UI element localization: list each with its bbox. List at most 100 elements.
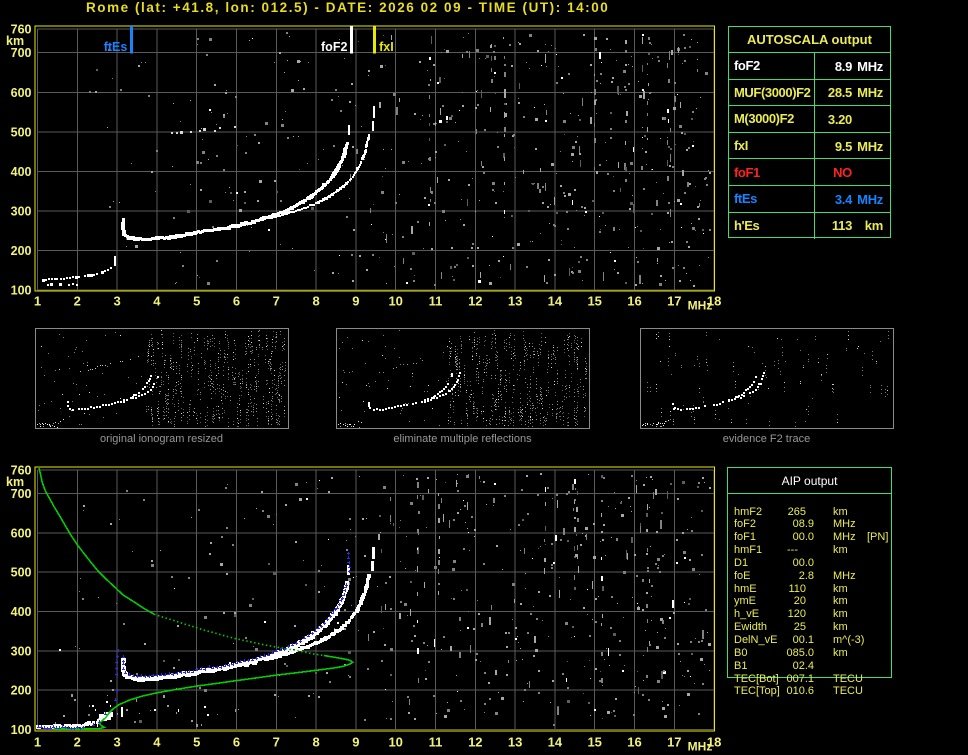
param-value: 8.9: [834, 58, 852, 74]
autoscala-table-header: AUTOSCALA output: [729, 27, 890, 53]
x-tick-label: 5: [193, 294, 200, 309]
aip-row-B0: B0 085.0 km: [728, 647, 891, 660]
aip-param-value: 20: [793, 595, 806, 608]
aip-param-unit: km: [833, 646, 848, 659]
x-tick-label: 16: [627, 294, 641, 309]
marker-label-ftEs: ftEs: [104, 40, 128, 54]
y-tick-label: 400: [11, 165, 32, 179]
aip-row-D1: D1 00.0: [728, 557, 891, 570]
aip-param-value: 02.4: [792, 659, 814, 672]
plot-grid: [34, 25, 715, 292]
aip-param-label: ymE: [734, 595, 756, 608]
background-noise: [89, 32, 711, 287]
aip-param-value: 25: [793, 621, 806, 634]
aip-param-label: hmF1: [734, 544, 763, 557]
aip-param-unit: MHz: [833, 569, 856, 582]
thumbnail-caption-original: original ionogram resized: [100, 433, 223, 445]
x-tick-label: 6: [233, 294, 240, 309]
aip-output-table: AIP output hmF2 265 km foF2 08.9 MHz foF1 00.0 M…: [727, 467, 892, 697]
param-value: 3.20: [827, 111, 852, 127]
aip-param-value: 085.0: [786, 646, 814, 659]
aip-param-unit: MHz: [833, 531, 856, 544]
x-axis-unit: MHz: [688, 299, 713, 313]
aip-param-unit: km: [833, 621, 848, 634]
autoscala-row-ftEs: ftEs 3.4 MHz: [729, 186, 890, 213]
aip-row-foE: foE 2.8 MHz: [728, 570, 891, 583]
y-tick-label: 500: [11, 125, 32, 139]
param-unit: km: [864, 218, 884, 234]
aip-row-hmF2: hmF2 265 km: [728, 506, 891, 519]
aip-row-DelN_vE: DelN_vE 00.1 m^(-3): [728, 634, 891, 647]
x-tick-label: 17: [667, 294, 681, 309]
y-tick-label: 300: [11, 204, 32, 218]
autoscala-row-h'Es: h'Es 113 km: [729, 212, 890, 240]
x-tick-label: 13: [508, 294, 522, 309]
marker-line-ftEs: [130, 26, 133, 54]
x-tick-label: 11: [429, 294, 443, 309]
x-tick-label: 2: [74, 294, 81, 309]
param-value: NO: [833, 165, 852, 181]
param-label: ftEs: [734, 191, 757, 207]
marker-line-fxI: [373, 26, 376, 54]
aip-param-value: 00.1: [792, 634, 814, 646]
y-tick-label: 600: [11, 86, 32, 100]
y-tick-label: 200: [11, 244, 32, 258]
param-unit: MHz: [857, 138, 883, 154]
aip-param-value: 265: [787, 505, 806, 518]
aip-row-B1: B1 02.4: [728, 660, 891, 673]
x-tick-label: 1: [34, 294, 41, 309]
aip-param-label: h_vE: [734, 608, 760, 621]
thumbnail-caption-evidence: evidence F2 trace: [722, 433, 811, 445]
aip-param-unit: km: [833, 582, 848, 595]
aip-param-label: foF2: [734, 518, 757, 531]
aip-row-TEC[Bot]: TEC[Bot] 007.1 TECU: [728, 673, 891, 686]
aip-param-label: foE: [734, 569, 751, 582]
x-tick-label: 10: [388, 294, 402, 309]
aip-param-value: 00.0: [792, 556, 814, 569]
autoscala-output-table: AUTOSCALA output foF2 8.9 MHz MUF(3000)F2 28…: [728, 26, 891, 240]
aip-param-label: hmF2: [734, 505, 763, 518]
aip-param-unit: km: [833, 544, 848, 557]
aip-param-value: ---: [787, 544, 798, 557]
aip-param-unit: km: [833, 608, 848, 621]
aip-param-unit: MHz: [833, 518, 856, 531]
aip-param-label: B1: [734, 659, 748, 672]
y-axis-unit: km: [6, 34, 24, 48]
param-unit: MHz: [857, 85, 883, 101]
aip-row-hmE: hmE 110 km: [728, 583, 891, 596]
param-unit: MHz: [857, 191, 883, 207]
aip-row-foF2: foF2 08.9 MHz: [728, 518, 891, 531]
aip-param-label: Ewidth: [734, 621, 768, 634]
aip-row-TEC[Top]: TEC[Top] 010.6 TECU: [728, 685, 891, 698]
param-label: foF1: [734, 164, 760, 180]
scaled-parameter-markers: ftEs foF2 fxI: [104, 26, 394, 54]
aip-param-unit: m^(-3): [833, 634, 865, 646]
autoscala-row-MUF(3000)F2: MUF(3000)F2 28.5 MHz: [729, 79, 890, 107]
x-tick-label: 4: [153, 294, 161, 309]
y-tick-label: 700: [11, 46, 32, 60]
param-value: 3.4: [834, 191, 852, 207]
aip-param-value: 2.8: [798, 569, 814, 582]
aip-row-Ewidth: Ewidth 25 km: [728, 621, 891, 634]
plot-frame: [34, 25, 715, 292]
aip-param-value: 007.1: [786, 672, 814, 685]
x-tick-label: 8: [312, 294, 319, 309]
param-label: M(3000)F2: [734, 111, 794, 127]
param-label: fxI: [734, 138, 748, 154]
x-tick-label: 9: [352, 294, 359, 309]
autoscala-row-foF1: foF1 NO: [729, 159, 890, 186]
aip-row-foF1: foF1 00.0 MHz [PN]: [728, 531, 891, 544]
aip-param-extra: [PN]: [867, 531, 889, 544]
x-tick-label: 7: [273, 294, 280, 309]
param-value: 113: [831, 218, 852, 234]
aip-param-unit: km: [833, 505, 848, 518]
aip-param-value: 00.0: [792, 531, 814, 544]
param-label: MUF(3000)F2: [734, 84, 811, 100]
param-value: 9.5: [834, 138, 852, 154]
aip-param-label: hmE: [734, 582, 757, 595]
y-tick-label: 100: [11, 284, 32, 298]
marker-label-foF2: foF2: [321, 40, 347, 54]
aip-param-label: foF1: [734, 531, 757, 544]
aip-param-unit: TECU: [833, 672, 863, 685]
aip-param-value: 010.6: [786, 685, 814, 698]
